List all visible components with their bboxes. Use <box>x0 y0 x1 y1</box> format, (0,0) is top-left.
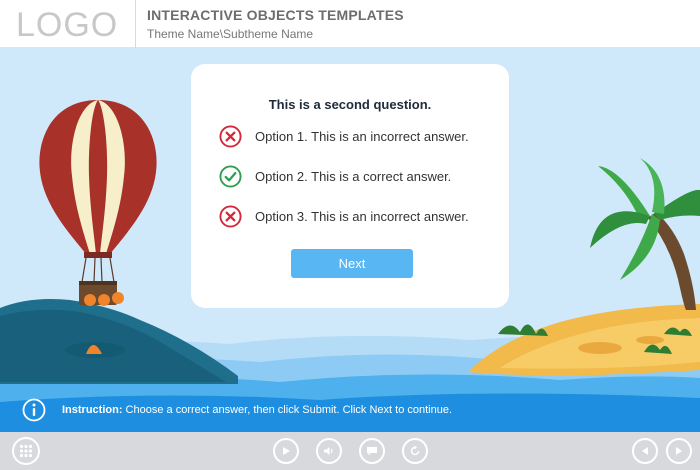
question-text: This is a second question. <box>268 97 432 112</box>
previous-button[interactable] <box>632 438 658 464</box>
volume-button[interactable] <box>316 438 342 464</box>
caption-icon <box>367 447 377 456</box>
previous-icon <box>642 447 648 455</box>
option-1[interactable]: Option 1. This is an incorrect answer. <box>219 124 469 148</box>
next-slide-button[interactable] <box>666 438 692 464</box>
header: LOGO INTERACTIVE OBJECTS TEMPLATES Theme… <box>0 0 700 48</box>
captions-button[interactable] <box>359 438 385 464</box>
logo: LOGO <box>0 0 136 48</box>
next-button[interactable]: Next <box>291 249 413 278</box>
volume-icon <box>324 447 333 455</box>
menu-grid-icon <box>19 444 33 458</box>
play-button[interactable] <box>273 438 299 464</box>
x-circle-icon <box>219 124 242 148</box>
player-toolbar <box>0 432 700 470</box>
instruction-text: Instruction: Choose a correct answer, th… <box>62 404 452 416</box>
instruction-prefix: Instruction: <box>62 404 123 416</box>
next-icon <box>676 447 682 455</box>
question-card: This is a second question. Option 1. Thi… <box>191 64 509 308</box>
instruction-body: Choose a correct answer, then click Subm… <box>122 404 453 416</box>
scene: This is a second question. Option 1. Thi… <box>0 48 700 432</box>
option-1-label: Option 1. This is an incorrect answer. <box>255 128 469 144</box>
header-titles: INTERACTIVE OBJECTS TEMPLATES Theme Name… <box>147 7 404 41</box>
instruction-bar: Instruction: Choose a correct answer, th… <box>22 398 452 422</box>
course-title: INTERACTIVE OBJECTS TEMPLATES <box>147 7 404 23</box>
check-circle-icon <box>219 164 242 188</box>
theme-name: Theme Name\Subtheme Name <box>147 27 314 41</box>
option-2-label: Option 2. This is a correct answer. <box>255 168 452 184</box>
play-icon <box>283 447 290 455</box>
option-2[interactable]: Option 2. This is a correct answer. <box>219 164 451 188</box>
option-3-label: Option 3. This is an incorrect answer. <box>255 208 469 224</box>
info-icon <box>22 398 46 422</box>
menu-button[interactable] <box>12 437 40 465</box>
x-circle-icon <box>219 204 242 228</box>
option-3[interactable]: Option 3. This is an incorrect answer. <box>219 204 469 228</box>
replay-icon <box>410 445 420 456</box>
replay-button[interactable] <box>402 438 428 464</box>
